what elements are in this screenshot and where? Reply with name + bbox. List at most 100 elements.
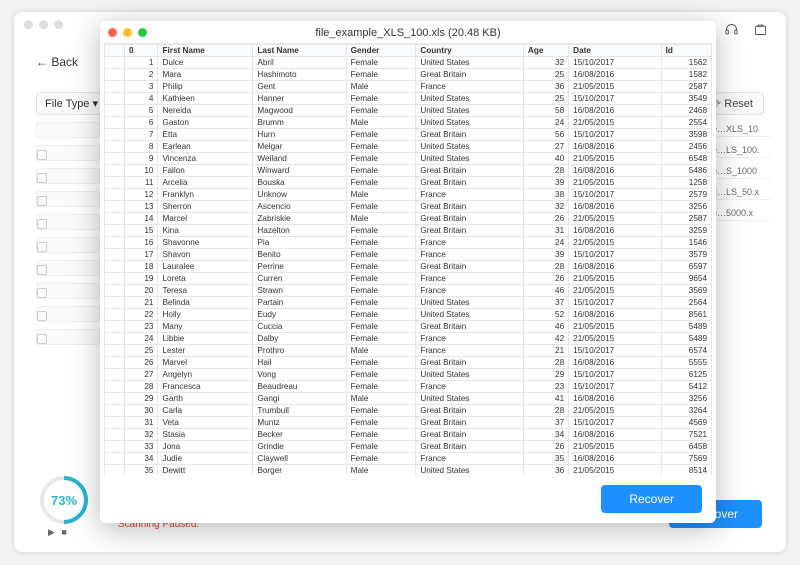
table-row[interactable]: 16ShavonnePiaFemaleFrance2421/05/2015154…	[105, 237, 712, 249]
cell: Great Britain	[416, 357, 524, 369]
back-button[interactable]: Back	[36, 55, 78, 69]
table-row[interactable]: 17ShavonBenitoFemaleFrance3915/10/201735…	[105, 249, 712, 261]
cell: Female	[346, 69, 416, 81]
headset-icon[interactable]	[724, 22, 739, 42]
table-row[interactable]: 14MarcelZabriskieMaleGreat Britain2621/0…	[105, 213, 712, 225]
table-row[interactable]: 25LesterProthroMaleFrance2115/10/2017657…	[105, 345, 712, 357]
cell: 37	[523, 417, 568, 429]
cell: France	[416, 381, 524, 393]
table-row[interactable]: 19LoretaCurrenFemaleFrance2621/05/201596…	[105, 273, 712, 285]
cell: Kina	[158, 225, 253, 237]
table-row[interactable]: 9VincenzaWeilandFemaleUnited States4021/…	[105, 153, 712, 165]
cell: 21	[125, 297, 158, 309]
table-row[interactable]: 21BelindaPartainFemaleUnited States3715/…	[105, 297, 712, 309]
maximize-icon[interactable]	[138, 28, 147, 37]
table-row[interactable]: 27AngelynVongFemaleUnited States2915/10/…	[105, 369, 712, 381]
tree-item[interactable]	[36, 122, 100, 138]
cell: Marvel	[158, 357, 253, 369]
column-header: Last Name	[253, 45, 346, 57]
cell: 16/08/2016	[569, 357, 661, 369]
tree-item[interactable]	[36, 191, 100, 207]
recover-button[interactable]: Recover	[601, 485, 702, 513]
table-row[interactable]: 4KathleenHannerFemaleUnited States2515/1…	[105, 93, 712, 105]
cell: 36	[523, 81, 568, 93]
cell: Great Britain	[416, 165, 524, 177]
cell: 19	[125, 273, 158, 285]
cell: 9654	[661, 273, 711, 285]
table-row[interactable]: 22HollyEudyFemaleUnited States5216/08/20…	[105, 309, 712, 321]
cell: 16/08/2016	[569, 165, 661, 177]
file-type-filter[interactable]: File Type ▾	[36, 92, 107, 115]
table-row[interactable]: 30CarlaTrumbullFemaleGreat Britain2821/0…	[105, 405, 712, 417]
table-row[interactable]: 6GastonBrummMaleUnited States2421/05/201…	[105, 117, 712, 129]
tree-item[interactable]	[36, 168, 100, 184]
table-row[interactable]: 35DewittBorgerMaleUnited States3621/05/2…	[105, 465, 712, 476]
cell: 7521	[661, 429, 711, 441]
cell: 16/08/2016	[569, 225, 661, 237]
preview-footer: Recover	[100, 475, 716, 523]
column-header: Gender	[346, 45, 416, 57]
cell: Bouska	[253, 177, 346, 189]
table-row[interactable]: 11ArceliaBouskaFemaleGreat Britain3921/0…	[105, 177, 712, 189]
tree-item[interactable]	[36, 214, 100, 230]
table-row[interactable]: 33JonaGrindleFemaleGreat Britain2621/05/…	[105, 441, 712, 453]
table-row[interactable]: 8EarleanMelgarFemaleUnited States2716/08…	[105, 141, 712, 153]
category-tree	[36, 122, 100, 345]
tree-item[interactable]	[36, 283, 100, 299]
tree-item[interactable]	[36, 237, 100, 253]
table-row[interactable]: 12FranklynUnknowMaleFrance3815/10/201725…	[105, 189, 712, 201]
cell: Male	[346, 345, 416, 357]
cell: 42	[523, 333, 568, 345]
table-row[interactable]: 7EttaHurnFemaleGreat Britain5615/10/2017…	[105, 129, 712, 141]
cell: 38	[523, 189, 568, 201]
cell: Etta	[158, 129, 253, 141]
cell: 28	[523, 165, 568, 177]
minimize-icon[interactable]	[123, 28, 132, 37]
cell: France	[416, 249, 524, 261]
table-row[interactable]: 3PhilipGentMaleFrance3621/05/20152587	[105, 81, 712, 93]
table-row[interactable]: 18LauraleePerrineFemaleGreat Britain2816…	[105, 261, 712, 273]
cell: Muntz	[253, 417, 346, 429]
cell: 5	[125, 105, 158, 117]
tree-item[interactable]	[36, 145, 100, 161]
cell: Male	[346, 393, 416, 405]
cell: 40	[523, 153, 568, 165]
table-row[interactable]: 23ManyCucciaFemaleGreat Britain4621/05/2…	[105, 321, 712, 333]
table-row[interactable]: 31VetaMuntzFemaleGreat Britain3715/10/20…	[105, 417, 712, 429]
cell: Hail	[253, 357, 346, 369]
cell: 4	[125, 93, 158, 105]
table-row[interactable]: 1DulceAbrilFemaleUnited States3215/10/20…	[105, 57, 712, 69]
close-icon[interactable]	[108, 28, 117, 37]
spreadsheet-grid[interactable]: 0First NameLast NameGenderCountryAgeDate…	[104, 43, 712, 475]
table-row[interactable]: 29GarthGangiMaleUnited States4116/08/201…	[105, 393, 712, 405]
table-row[interactable]: 13SherronAscencioFemaleGreat Britain3216…	[105, 201, 712, 213]
cell: United States	[416, 141, 524, 153]
cell: Female	[346, 225, 416, 237]
cell: 2468	[661, 105, 711, 117]
window-controls[interactable]	[108, 28, 147, 37]
table-row[interactable]: 34JudieClaywellFemaleFrance3516/08/20167…	[105, 453, 712, 465]
table-row[interactable]: 5NereidaMagwoodFemaleUnited States5816/0…	[105, 105, 712, 117]
cell: Carla	[158, 405, 253, 417]
cell: 6125	[661, 369, 711, 381]
cell: 16	[125, 237, 158, 249]
play-pause-controls[interactable]: ▶ ■	[48, 527, 69, 538]
column-header: 0	[125, 45, 158, 57]
cell: 28	[125, 381, 158, 393]
tree-item[interactable]	[36, 306, 100, 322]
table-row[interactable]: 32StasiaBeckerFemaleGreat Britain3416/08…	[105, 429, 712, 441]
table-row[interactable]: 24LibbieDalbyFemaleFrance4221/05/2015548…	[105, 333, 712, 345]
cell: 24	[523, 117, 568, 129]
cell: Nereida	[158, 105, 253, 117]
cell: Hazelton	[253, 225, 346, 237]
tree-item[interactable]	[36, 260, 100, 276]
table-row[interactable]: 20TeresaStrawnFemaleFrance4621/05/201535…	[105, 285, 712, 297]
tree-item[interactable]	[36, 329, 100, 345]
table-row[interactable]: 15KinaHazeltonFemaleGreat Britain3116/08…	[105, 225, 712, 237]
cell: Magwood	[253, 105, 346, 117]
box-icon[interactable]	[753, 22, 768, 42]
table-row[interactable]: 10FallonWinwardFemaleGreat Britain2816/0…	[105, 165, 712, 177]
table-row[interactable]: 26MarvelHailFemaleGreat Britain2816/08/2…	[105, 357, 712, 369]
table-row[interactable]: 28FrancescaBeaudreauFemaleFrance2315/10/…	[105, 381, 712, 393]
table-row[interactable]: 2MaraHashimotoFemaleGreat Britain2516/08…	[105, 69, 712, 81]
